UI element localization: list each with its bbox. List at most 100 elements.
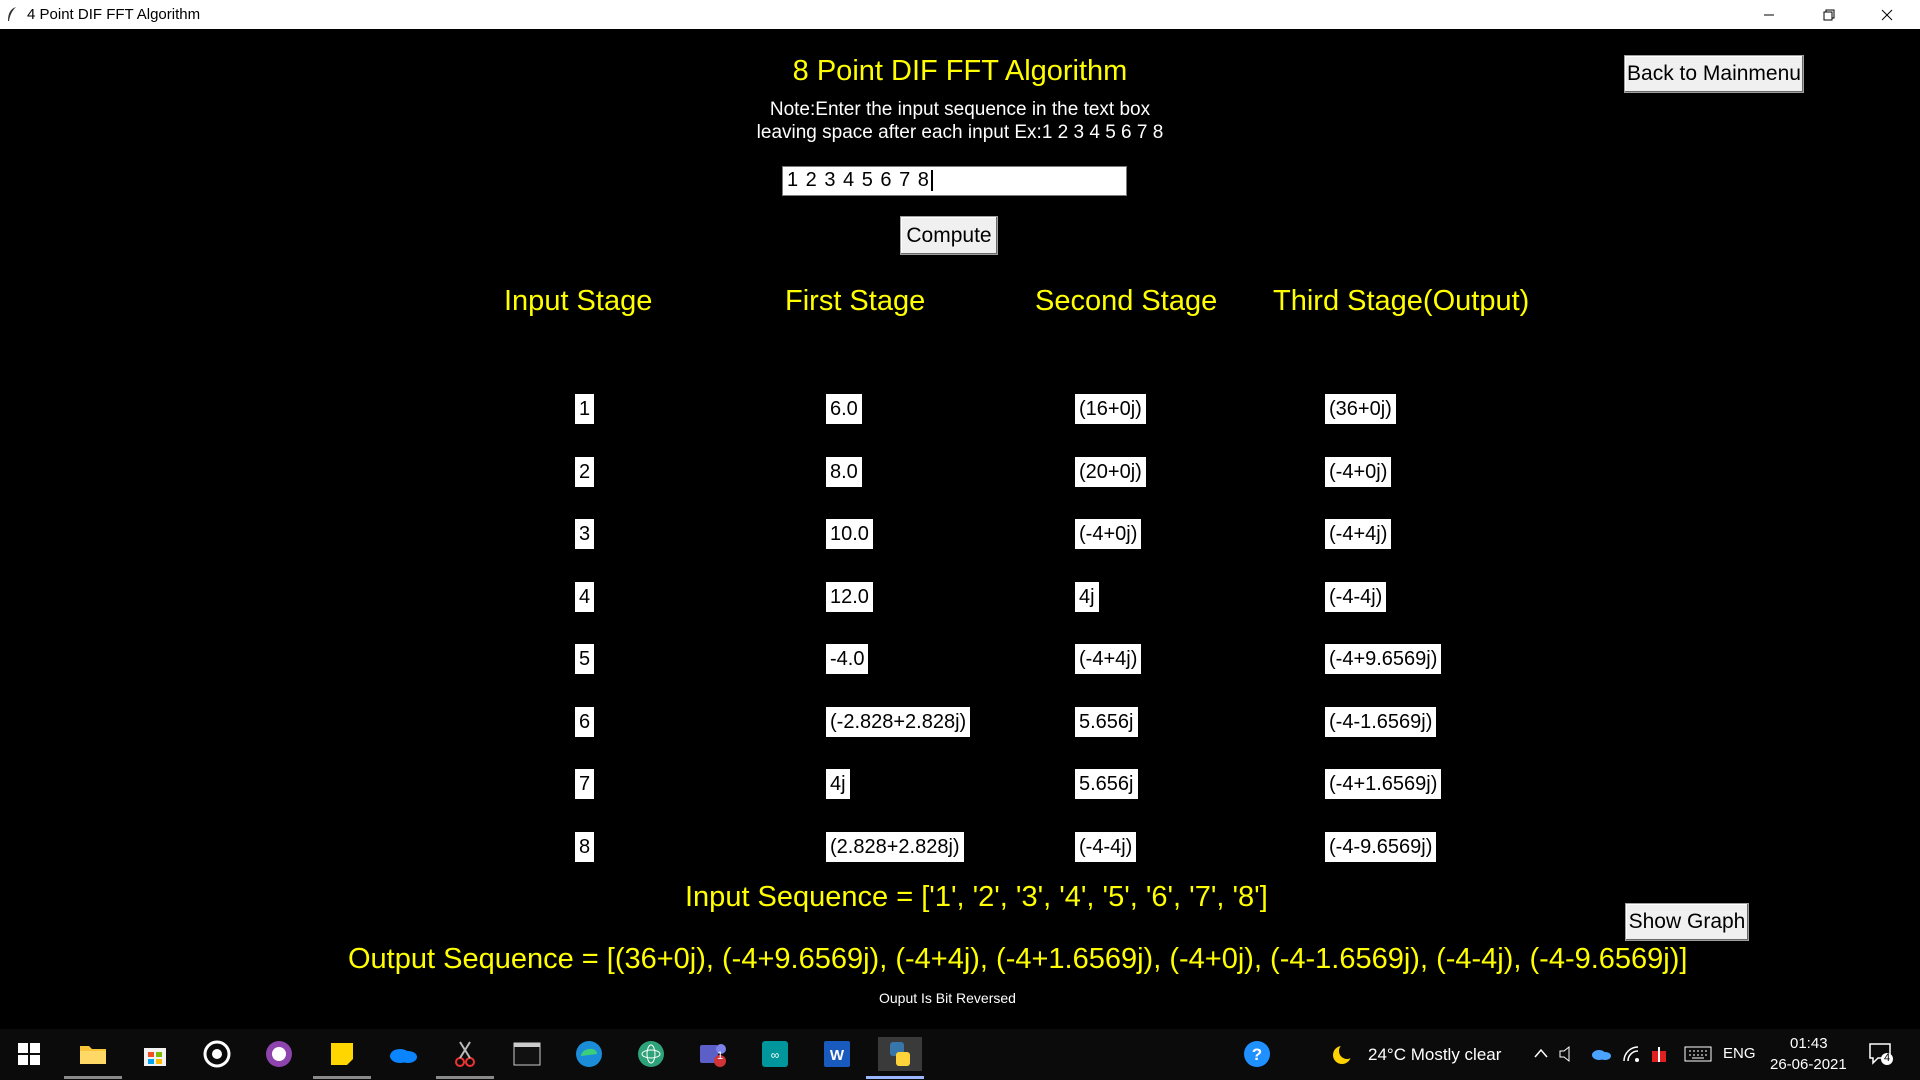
bit-reversed-note: Ouput Is Bit Reversed bbox=[879, 990, 1016, 1006]
edge-button[interactable] bbox=[572, 1037, 606, 1071]
stage-cell-third: (-4-1.6569j) bbox=[1325, 706, 1437, 737]
stage-cell-first: (2.828+2.828j) bbox=[826, 831, 964, 862]
stage-cell-second: (20+0j) bbox=[1075, 456, 1146, 487]
chevron-up-icon[interactable] bbox=[1534, 1047, 1548, 1059]
svg-text:∞: ∞ bbox=[771, 1048, 780, 1062]
stage-cell-input: 2 bbox=[575, 456, 595, 487]
stage-cell-input: 6 bbox=[575, 706, 595, 737]
stage-cell-second: 5.656j bbox=[1075, 769, 1138, 799]
whatsapp-icon bbox=[203, 1040, 231, 1068]
running-indicator bbox=[64, 1076, 122, 1079]
clock-time[interactable]: 01:43 bbox=[1790, 1035, 1828, 1052]
stage-cell-second: (-4+0j) bbox=[1075, 519, 1142, 549]
stage-cell-second: 4j bbox=[1075, 581, 1099, 612]
compute-button[interactable]: Compute bbox=[900, 216, 998, 255]
scissors-icon bbox=[455, 1041, 475, 1067]
column-header-third: Third Stage(Output) bbox=[1273, 285, 1530, 317]
stage-cell-first: -4.0 bbox=[826, 644, 869, 674]
stage-cell-second: (16+0j) bbox=[1075, 394, 1146, 424]
help-button[interactable]: ? bbox=[1240, 1037, 1274, 1071]
onedrive-button[interactable] bbox=[386, 1037, 420, 1071]
word-icon: W bbox=[824, 1041, 850, 1067]
teams-icon bbox=[700, 1044, 726, 1067]
stage-cell-first: 8.0 bbox=[826, 456, 862, 487]
wifi-icon[interactable] bbox=[1622, 1045, 1640, 1063]
keyboard-icon[interactable] bbox=[1684, 1046, 1712, 1062]
output-sequence-text: Output Sequence = [(36+0j), (-4+9.6569j)… bbox=[348, 943, 1688, 975]
weather-text[interactable]: 24°C Mostly clear bbox=[1368, 1045, 1501, 1065]
close-icon bbox=[1881, 9, 1893, 20]
store-button[interactable] bbox=[138, 1037, 172, 1071]
github-desktop-button[interactable] bbox=[262, 1037, 296, 1071]
stage-cell-input: 7 bbox=[575, 769, 595, 799]
language-indicator[interactable]: ENG bbox=[1723, 1045, 1756, 1062]
stage-cell-first: 6.0 bbox=[826, 394, 862, 424]
sequence-input[interactable]: 1 2 3 4 5 6 7 8 bbox=[782, 166, 1127, 196]
svg-text:W: W bbox=[830, 1047, 845, 1064]
teams-badge: 1 bbox=[717, 1050, 724, 1062]
stage-cell-third: (-4+4j) bbox=[1325, 519, 1392, 549]
minimize-button[interactable] bbox=[1740, 0, 1798, 29]
running-indicator bbox=[313, 1076, 371, 1079]
arduino-button[interactable]: ∞ bbox=[758, 1037, 792, 1071]
stage-cell-third: (-4+1.6569j) bbox=[1325, 769, 1442, 799]
restore-button[interactable] bbox=[1800, 0, 1858, 29]
stage-cell-input: 8 bbox=[575, 831, 595, 862]
gift-icon[interactable] bbox=[1650, 1044, 1668, 1064]
help-icon: ? bbox=[1244, 1041, 1270, 1067]
word-button[interactable]: W bbox=[820, 1037, 854, 1071]
stage-cell-third: (-4-9.6569j) bbox=[1325, 831, 1437, 862]
python-app-button[interactable] bbox=[866, 1037, 924, 1079]
column-header-input: Input Stage bbox=[504, 285, 653, 317]
back-to-mainmenu-button[interactable]: Back to Mainmenu bbox=[1624, 55, 1804, 93]
terminal-button[interactable] bbox=[510, 1037, 544, 1071]
running-indicator bbox=[866, 1076, 924, 1079]
stage-cell-third: (-4+9.6569j) bbox=[1325, 644, 1442, 674]
arduino-icon: ∞ bbox=[762, 1041, 788, 1067]
stage-cell-input: 4 bbox=[575, 581, 595, 612]
show-graph-button[interactable]: Show Graph bbox=[1625, 903, 1749, 941]
minimize-icon bbox=[1764, 14, 1774, 15]
store-bag-icon bbox=[144, 1048, 166, 1066]
stage-cell-first: 12.0 bbox=[826, 581, 873, 612]
stage-cell-input: 3 bbox=[575, 519, 595, 549]
input-sequence-text: Input Sequence = ['1', '2', '3', '4', '5… bbox=[685, 881, 1268, 913]
moon-weather-icon bbox=[1333, 1044, 1354, 1064]
notification-count: 4 bbox=[1884, 1052, 1891, 1064]
note-line-2: leaving space after each input Ex:1 2 3 … bbox=[756, 122, 1164, 143]
sticky-note-icon bbox=[331, 1043, 353, 1065]
teams-button[interactable]: 1 bbox=[696, 1037, 730, 1071]
stage-cell-second: 5.656j bbox=[1075, 706, 1138, 737]
note-line-1: Note:Enter the input sequence in the tex… bbox=[769, 99, 1151, 120]
start-button[interactable] bbox=[12, 1037, 46, 1071]
atom-icon bbox=[638, 1041, 664, 1067]
speaker-icon[interactable] bbox=[1558, 1045, 1576, 1063]
python-feather-icon bbox=[8, 7, 16, 21]
snipping-tool-button[interactable] bbox=[436, 1037, 494, 1079]
stage-cell-second: (-4+4j) bbox=[1075, 644, 1142, 674]
onedrive-tray-icon[interactable] bbox=[1590, 1046, 1612, 1062]
sequence-input-value: 1 2 3 4 5 6 7 8 bbox=[787, 169, 930, 191]
svg-text:?: ? bbox=[1252, 1045, 1262, 1064]
edge-icon bbox=[576, 1041, 602, 1067]
stage-cell-third: (-4+0j) bbox=[1325, 456, 1392, 487]
stage-cell-input: 1 bbox=[575, 394, 595, 424]
stage-cell-second: (-4-4j) bbox=[1075, 831, 1137, 862]
clock-date[interactable]: 26-06-2021 bbox=[1770, 1056, 1847, 1073]
taskbar: 1 ∞ W ? 24°C Mostly clear ENG 01:43 26-0… bbox=[0, 1029, 1920, 1080]
windows-logo-icon bbox=[18, 1043, 40, 1065]
python-icon bbox=[890, 1042, 910, 1066]
chatgpt-like-app-button[interactable] bbox=[634, 1037, 668, 1071]
stage-cell-first: 4j bbox=[826, 769, 850, 799]
window-title-bar: 4 Point DIF FFT Algorithm bbox=[0, 0, 1920, 29]
column-header-second: Second Stage bbox=[1035, 285, 1218, 317]
file-explorer-button[interactable] bbox=[64, 1037, 122, 1079]
terminal-icon bbox=[513, 1042, 541, 1066]
column-header-first: First Stage bbox=[785, 285, 926, 317]
window-title: 4 Point DIF FFT Algorithm bbox=[27, 6, 201, 23]
whatsapp-button[interactable] bbox=[200, 1037, 234, 1071]
cloud-icon bbox=[390, 1049, 417, 1063]
stage-cell-third: (36+0j) bbox=[1325, 394, 1396, 424]
close-button[interactable] bbox=[1858, 0, 1916, 29]
sticky-notes-button[interactable] bbox=[313, 1037, 371, 1079]
